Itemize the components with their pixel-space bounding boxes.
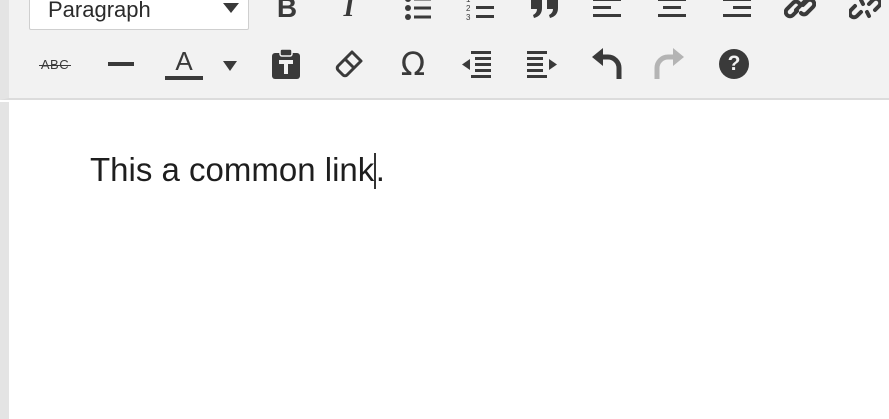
format-select[interactable]: Paragraph	[29, 0, 249, 30]
align-left-icon	[593, 0, 623, 20]
paste-as-text-icon	[270, 48, 302, 80]
horizontal-line-button[interactable]	[101, 44, 141, 84]
special-character-icon: Ω	[400, 45, 426, 83]
paragraph-text-end: .	[375, 151, 385, 188]
align-left-button[interactable]	[588, 0, 628, 28]
increase-indent-button[interactable]	[522, 44, 562, 84]
svg-text:2: 2	[466, 4, 471, 13]
undo-button[interactable]	[586, 44, 626, 84]
italic-button[interactable]: I	[329, 0, 369, 28]
decrease-indent-button[interactable]	[457, 44, 497, 84]
remove-link-icon	[849, 0, 881, 22]
paste-as-text-button[interactable]	[266, 44, 306, 84]
align-center-button[interactable]	[652, 0, 692, 28]
strikethrough-button[interactable]: ABC	[35, 44, 75, 84]
format-select-value: Paragraph	[48, 0, 151, 22]
align-right-button[interactable]	[716, 0, 756, 28]
undo-icon	[590, 47, 622, 81]
bullet-list-button[interactable]	[398, 0, 438, 28]
align-right-icon	[721, 0, 751, 20]
clear-formatting-icon	[334, 49, 364, 79]
text-color-icon: A	[165, 48, 203, 80]
align-center-icon	[657, 0, 687, 20]
help-button[interactable]: ?	[714, 44, 754, 84]
paragraph-text: This a common link	[90, 151, 375, 188]
svg-text:3: 3	[466, 13, 471, 22]
special-character-button[interactable]: Ω	[393, 44, 433, 84]
clear-formatting-button[interactable]	[329, 44, 369, 84]
editor-content-area[interactable]: This a common link.	[0, 102, 889, 419]
redo-icon	[654, 47, 686, 81]
strikethrough-icon: ABC	[38, 57, 72, 72]
insert-link-icon	[784, 0, 816, 22]
remove-link-button[interactable]	[845, 0, 885, 28]
redo-button[interactable]	[650, 44, 690, 84]
insert-link-button[interactable]	[780, 0, 820, 28]
increase-indent-icon	[526, 50, 558, 78]
editor: Paragraph B I 1 2	[0, 0, 889, 419]
bold-button[interactable]: B	[267, 0, 307, 28]
numbered-list-button[interactable]: 1 2 3	[461, 0, 501, 28]
horizontal-line-icon	[108, 61, 134, 67]
text-color-button[interactable]: A	[164, 44, 204, 84]
decrease-indent-icon	[461, 50, 493, 78]
italic-icon: I	[343, 0, 355, 23]
bullet-list-icon	[404, 0, 432, 21]
numbered-list-icon: 1 2 3	[466, 0, 496, 22]
blockquote-button[interactable]	[525, 0, 565, 28]
help-icon: ?	[719, 49, 749, 79]
text-color-dropdown[interactable]	[215, 46, 245, 86]
bold-icon: B	[276, 0, 298, 23]
paragraph: This a common link.	[90, 150, 385, 190]
editor-toolbar: Paragraph B I 1 2	[0, 0, 889, 100]
caret-down-icon	[222, 60, 238, 72]
caret-down-icon	[222, 1, 240, 19]
blockquote-icon	[529, 0, 561, 20]
